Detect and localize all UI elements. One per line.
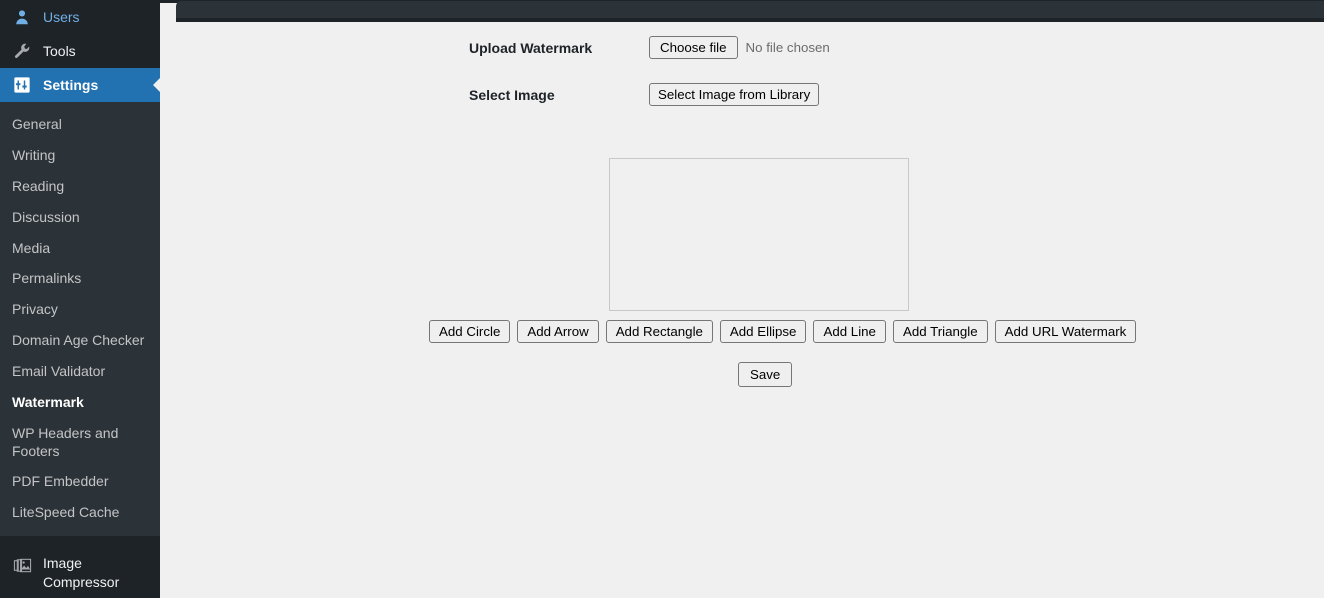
upload-watermark-label: Upload Watermark bbox=[469, 39, 593, 56]
select-image-label: Select Image bbox=[469, 86, 555, 103]
save-row: Save bbox=[738, 362, 793, 388]
main-content: Upload Watermark Choose file No file cho… bbox=[160, 22, 1324, 568]
save-button[interactable]: Save bbox=[738, 362, 793, 388]
sidebar-bottom-section: Image Compressor bbox=[0, 536, 160, 598]
tools-wrench-icon bbox=[12, 41, 32, 61]
sidebar-item-image-compressor-label: Image Compressor bbox=[43, 555, 120, 590]
settings-submenu: General Writing Reading Discussion Media… bbox=[0, 102, 160, 537]
submenu-item-watermark[interactable]: Watermark bbox=[0, 387, 160, 418]
submenu-item-writing[interactable]: Writing bbox=[0, 140, 160, 171]
submenu-item-litespeed-cache[interactable]: LiteSpeed Cache bbox=[0, 497, 160, 528]
admin-bar[interactable] bbox=[176, 1, 1324, 18]
sidebar-item-users[interactable]: Users bbox=[0, 0, 160, 34]
sidebar-item-tools[interactable]: Tools bbox=[0, 34, 160, 68]
add-url-watermark-button[interactable]: Add URL Watermark bbox=[994, 320, 1137, 344]
upload-watermark-row: Upload Watermark Choose file No file cho… bbox=[469, 36, 830, 60]
submenu-item-email-validator[interactable]: Email Validator bbox=[0, 356, 160, 387]
image-stack-icon bbox=[12, 555, 32, 575]
submenu-item-permalinks[interactable]: Permalinks bbox=[0, 263, 160, 294]
sidebar-item-tools-label: Tools bbox=[43, 43, 76, 59]
submenu-item-wp-headers-and-footers[interactable]: WP Headers and Footers bbox=[0, 418, 160, 466]
add-triangle-button[interactable]: Add Triangle bbox=[892, 320, 988, 344]
sidebar-item-users-label: Users bbox=[43, 9, 80, 25]
submenu-item-general[interactable]: General bbox=[0, 109, 160, 140]
submenu-item-pdf-embedder[interactable]: PDF Embedder bbox=[0, 466, 160, 497]
add-ellipse-button[interactable]: Add Ellipse bbox=[719, 320, 807, 344]
shape-toolbar: Add Circle Add Arrow Add Rectangle Add E… bbox=[429, 320, 1137, 344]
watermark-canvas[interactable] bbox=[609, 158, 909, 311]
add-arrow-button[interactable]: Add Arrow bbox=[517, 320, 599, 344]
sidebar-item-settings-label: Settings bbox=[43, 77, 99, 93]
submenu-item-media[interactable]: Media bbox=[0, 233, 160, 264]
sidebar-item-image-compressor[interactable]: Image Compressor bbox=[0, 548, 160, 598]
upload-watermark-file-group: Choose file No file chosen bbox=[649, 36, 830, 60]
submenu-item-domain-age-checker[interactable]: Domain Age Checker bbox=[0, 325, 160, 356]
admin-sidebar: Users Tools Settings General Writing Rea… bbox=[0, 0, 161, 598]
add-line-button[interactable]: Add Line bbox=[813, 320, 886, 344]
sidebar-item-settings[interactable]: Settings bbox=[0, 68, 161, 102]
select-image-from-library-button[interactable]: Select Image from Library bbox=[649, 83, 820, 107]
add-circle-button[interactable]: Add Circle bbox=[429, 320, 511, 344]
submenu-item-reading[interactable]: Reading bbox=[0, 171, 160, 202]
add-rectangle-button[interactable]: Add Rectangle bbox=[605, 320, 713, 344]
select-image-row: Select Image Select Image from Library bbox=[469, 83, 820, 107]
submenu-item-privacy[interactable]: Privacy bbox=[0, 294, 160, 325]
choose-file-button[interactable]: Choose file bbox=[649, 36, 738, 60]
submenu-item-discussion[interactable]: Discussion bbox=[0, 202, 160, 233]
no-file-chosen-text: No file chosen bbox=[745, 40, 830, 56]
settings-sliders-icon bbox=[12, 75, 32, 95]
users-icon bbox=[12, 7, 32, 27]
